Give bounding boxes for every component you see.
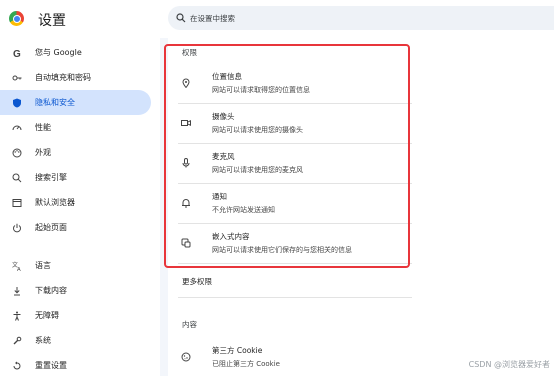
row-divider [178,263,412,264]
search-input[interactable]: 在设置中搜索 [168,6,554,30]
sidebar-item-default-browser[interactable]: 默认浏览器 [0,190,151,215]
watermark: CSDN @浏览器爱好者 [468,360,550,369]
sidebar-divider [0,246,151,247]
browser-icon [10,196,24,210]
settings-card: 权限 位置信息 网站可以请求取得您的位置信息 摄像头 网站可以请求使用您的摄像头… [168,38,554,376]
sidebar-item-on-startup[interactable]: 起始页面 [0,215,151,240]
sidebar-item-downloads[interactable]: 下载内容 [0,278,151,303]
settings-main: 权限 位置信息 网站可以请求取得您的位置信息 摄像头 网站可以请求使用您的摄像头… [160,38,554,376]
wrench-icon [10,334,24,348]
sidebar-item-label: 搜索引擎 [35,173,67,182]
cookie-subtitle: 已阻止第三方 Cookie [212,360,280,368]
chrome-logo-icon [9,11,24,26]
page-title: 设置 [38,13,66,29]
search-icon [176,13,186,23]
svg-text:A: A [17,267,21,271]
sidebar-item-autofill[interactable]: 自动填充和密码 [0,65,151,90]
third-party-cookies[interactable]: 第三方 Cookie 已阻止第三方 Cookie [178,338,412,376]
translate-icon: 文A [10,259,24,273]
permission-title: 位置信息 [212,72,242,81]
permission-title: 麦克风 [212,152,235,161]
sidebar-item-label: 起始页面 [35,223,67,232]
sidebar-item-label: 无障碍 [35,311,59,320]
gauge-icon [10,121,24,135]
sidebar-item-label: 外观 [35,148,51,157]
sidebar-item-label: 下载内容 [35,286,67,295]
settings-header: 设置 在设置中搜索 [0,0,554,38]
accessibility-icon [10,309,24,323]
reset-icon [10,359,24,373]
row-divider [178,297,412,298]
embedded-content-icon [178,238,194,248]
sidebar-item-search-engine[interactable]: 搜索引擎 [0,165,151,190]
sidebar-item-label: 重置设置 [35,361,67,370]
cookie-icon [178,352,194,362]
permission-title: 嵌入式内容 [212,232,250,241]
sidebar-item-privacy[interactable]: 隐私和安全 [0,90,151,115]
shield-icon [10,96,24,110]
sidebar-item-accessibility[interactable]: 无障碍 [0,303,151,328]
search-icon [10,171,24,185]
permission-subtitle: 网站可以请求取得您的位置信息 [212,86,310,94]
permission-location[interactable]: 位置信息 网站可以请求取得您的位置信息 [178,64,412,102]
bell-icon [178,198,194,208]
search-placeholder: 在设置中搜索 [190,13,235,23]
power-icon [10,221,24,235]
permission-subtitle: 不允许网站发送通知 [212,206,275,214]
sidebar-item-performance[interactable]: 性能 [0,115,151,140]
permissions-header: 权限 [182,48,197,57]
sidebar-item-system[interactable]: 系统 [0,328,151,353]
svg-text:G: G [13,49,21,58]
permission-subtitle: 网站可以请求使用您的摄像头 [212,126,303,134]
permission-title: 通知 [212,192,227,201]
sidebar-item-label: 自动填充和密码 [35,73,91,82]
sidebar-item-label: 您与 Google [35,48,82,57]
permission-embedded-content[interactable]: 嵌入式内容 网站可以请求使用它们保存的与您相关的信息 [178,224,412,262]
content-header: 内容 [182,320,197,329]
sidebar-item-label: 默认浏览器 [35,198,75,207]
permission-notifications[interactable]: 通知 不允许网站发送通知 [178,184,412,222]
sidebar-item-label: 语言 [35,261,51,270]
sidebar-item-languages[interactable]: 文A 语言 [0,253,151,278]
microphone-icon [178,158,194,168]
sidebar-item-label: 隐私和安全 [35,98,75,107]
sidebar-item-label: 系统 [35,336,51,345]
more-permissions-link[interactable]: 更多权限 [182,276,212,287]
location-pin-icon [178,78,194,88]
palette-icon [10,146,24,160]
key-icon [10,71,24,85]
permission-title: 摄像头 [212,112,235,121]
permission-subtitle: 网站可以请求使用您的麦克风 [212,166,303,174]
permission-microphone[interactable]: 麦克风 网站可以请求使用您的麦克风 [178,144,412,182]
cookie-title: 第三方 Cookie [212,346,263,355]
sidebar-item-reset[interactable]: 重置设置 [0,353,151,376]
sidebar-item-label: 性能 [35,123,51,132]
permission-subtitle: 网站可以请求使用它们保存的与您相关的信息 [212,246,352,254]
permission-camera[interactable]: 摄像头 网站可以请求使用您的摄像头 [178,104,412,142]
settings-sidebar: G 您与 Google 自动填充和密码 隐私和安全 性能 外观 搜索引擎 默认浏… [0,40,160,376]
download-icon [10,284,24,298]
google-g-icon: G [10,46,24,60]
camera-icon [178,118,194,128]
sidebar-item-appearance[interactable]: 外观 [0,140,151,165]
sidebar-item-you-and-google[interactable]: G 您与 Google [0,40,151,65]
